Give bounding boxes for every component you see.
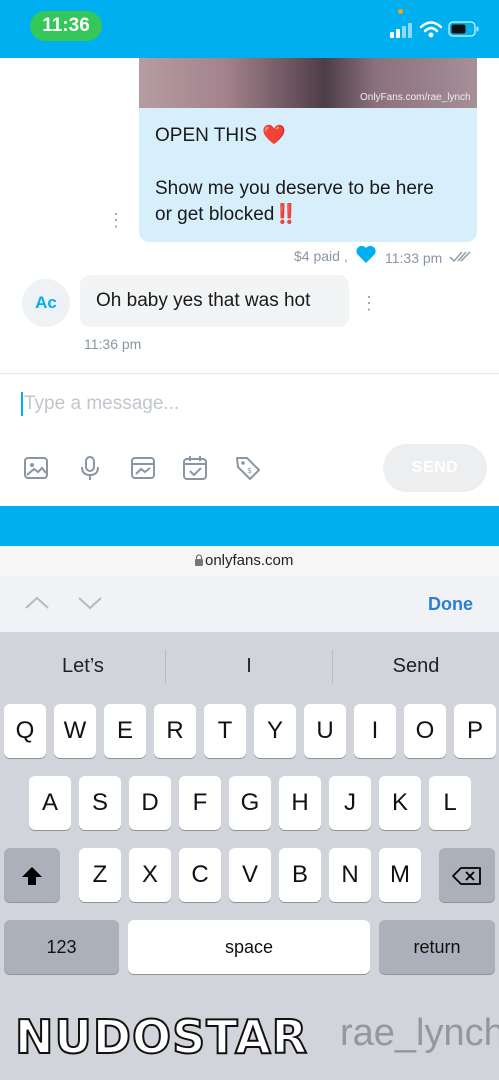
suggestion-item[interactable]: Send	[346, 655, 486, 678]
backspace-key[interactable]	[439, 848, 495, 902]
key-j[interactable]: J	[329, 776, 371, 830]
key-s[interactable]: S	[79, 776, 121, 830]
key-o[interactable]: O	[404, 704, 446, 758]
key-z[interactable]: Z	[79, 848, 121, 902]
chevron-down-icon[interactable]	[77, 595, 103, 611]
key-n[interactable]: N	[329, 848, 371, 902]
browser-url[interactable]: onlyfans.com	[205, 552, 293, 569]
image-watermark: OnlyFans.com/rae_lynch	[360, 92, 471, 103]
cellular-signal-icon	[390, 23, 412, 38]
key-x[interactable]: X	[129, 848, 171, 902]
avatar[interactable]: Ac	[22, 279, 70, 327]
page-footer-band	[0, 506, 499, 546]
keyboard-accessory-bar	[0, 576, 499, 632]
incoming-message-text: Oh baby yes that was hot	[96, 290, 311, 311]
key-h[interactable]: H	[279, 776, 321, 830]
key-d[interactable]: D	[129, 776, 171, 830]
key-p[interactable]: P	[454, 704, 496, 758]
suggestion-divider	[332, 650, 333, 684]
message-input[interactable]	[24, 390, 464, 418]
key-i[interactable]: I	[354, 704, 396, 758]
send-button[interactable]: SEND	[383, 444, 487, 492]
camera-indicator-dot	[398, 9, 403, 14]
message-options-icon[interactable]: ⋮	[107, 210, 125, 230]
outgoing-message-line: or get blocked‼️	[155, 204, 299, 225]
key-c[interactable]: C	[179, 848, 221, 902]
status-time: 11:36	[30, 11, 102, 41]
suggestion-item[interactable]: I	[179, 655, 319, 678]
key-r[interactable]: R	[154, 704, 196, 758]
chevron-up-icon[interactable]	[24, 595, 50, 611]
suggestion-item[interactable]: Let’s	[13, 655, 153, 678]
key-q[interactable]: Q	[4, 704, 46, 758]
suggestion-divider	[165, 650, 166, 684]
media-vault-icon[interactable]	[129, 454, 157, 482]
key-v[interactable]: V	[229, 848, 271, 902]
watermark-logo: NUDOSTAR	[14, 1009, 309, 1065]
key-e[interactable]: E	[104, 704, 146, 758]
message-options-icon[interactable]: ⋮	[360, 293, 378, 313]
key-t[interactable]: T	[204, 704, 246, 758]
space-key[interactable]: space	[128, 920, 370, 974]
shift-arrow-icon	[22, 866, 42, 885]
key-m[interactable]: M	[379, 848, 421, 902]
return-key[interactable]: return	[379, 920, 495, 974]
lock-icon	[195, 554, 203, 566]
wifi-icon	[420, 21, 442, 38]
key-u[interactable]: U	[304, 704, 346, 758]
svg-text:$: $	[247, 466, 252, 475]
key-w[interactable]: W	[54, 704, 96, 758]
calendar-icon[interactable]	[181, 454, 209, 482]
message-time: 11:36 pm	[84, 336, 142, 352]
done-button[interactable]: Done	[428, 594, 473, 615]
image-icon[interactable]	[22, 454, 50, 482]
key-y[interactable]: Y	[254, 704, 296, 758]
text-cursor	[21, 392, 23, 416]
key-b[interactable]: B	[279, 848, 321, 902]
price-tag-icon[interactable]: $	[234, 454, 262, 482]
outgoing-message-line: OPEN THIS ❤️	[155, 125, 286, 146]
key-f[interactable]: F	[179, 776, 221, 830]
outgoing-message-line: Show me you deserve to be here	[155, 178, 434, 199]
shift-key[interactable]	[4, 848, 60, 902]
key-a[interactable]: A	[29, 776, 71, 830]
message-time: 11:33 pm	[385, 250, 443, 266]
microphone-icon[interactable]	[76, 454, 104, 482]
message-price: $4 paid ,	[294, 248, 348, 264]
heart-icon[interactable]	[355, 244, 377, 264]
backspace-icon	[452, 866, 481, 885]
watermark-username: rae_lynch	[340, 1012, 499, 1054]
numbers-key[interactable]: 123	[4, 920, 119, 974]
read-checkmarks-icon	[449, 251, 471, 263]
battery-icon	[448, 21, 479, 37]
key-g[interactable]: G	[229, 776, 271, 830]
key-l[interactable]: L	[429, 776, 471, 830]
key-k[interactable]: K	[379, 776, 421, 830]
